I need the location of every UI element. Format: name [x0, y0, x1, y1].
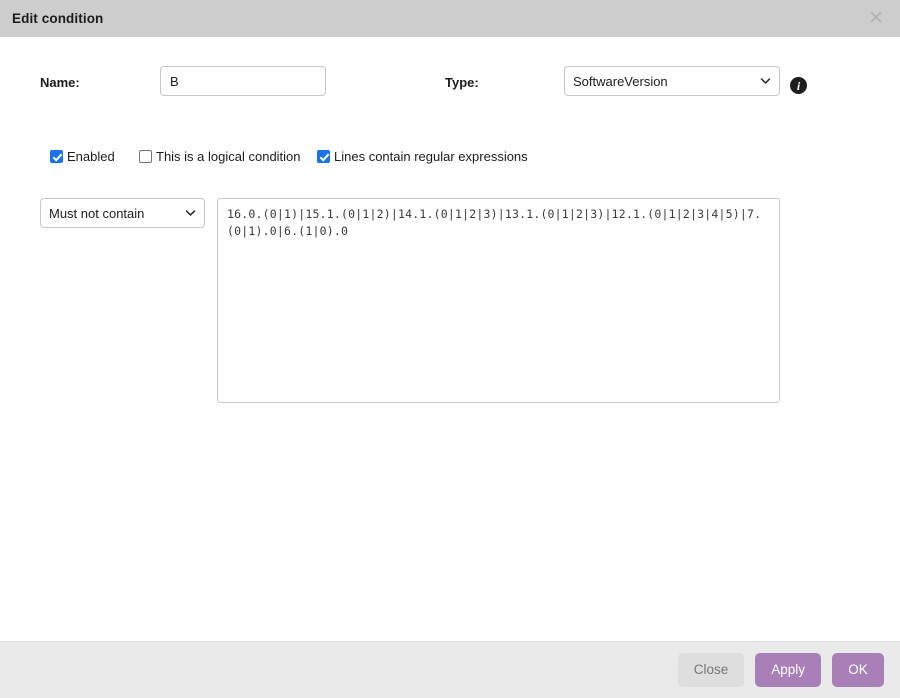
checkbox-regular-expressions-box[interactable]	[317, 150, 330, 163]
operator-select-wrapper: Must not contain	[40, 198, 205, 228]
name-input[interactable]	[160, 66, 326, 96]
options-row: Enabled This is a logical condition Line…	[0, 149, 900, 169]
checkbox-logical-condition[interactable]: This is a logical condition	[139, 149, 301, 164]
checkbox-enabled-label: Enabled	[67, 149, 115, 164]
checkbox-logical-condition-label: This is a logical condition	[156, 149, 301, 164]
checkbox-regular-expressions-label: Lines contain regular expressions	[334, 149, 528, 164]
type-select-wrapper: SoftwareVersion	[564, 66, 780, 96]
close-icon[interactable]: ✕	[866, 9, 886, 28]
checkbox-logical-condition-box[interactable]	[139, 150, 152, 163]
type-select[interactable]: SoftwareVersion	[564, 66, 780, 96]
operator-select[interactable]: Must not contain	[40, 198, 205, 228]
type-label: Type:	[445, 75, 479, 90]
checkbox-enabled[interactable]: Enabled	[50, 149, 115, 164]
dialog-title: Edit condition	[12, 11, 104, 26]
dialog-body: Name: Type: SoftwareVersion i Enabled Th…	[0, 37, 900, 641]
ok-button[interactable]: OK	[832, 653, 884, 687]
name-label: Name:	[40, 75, 80, 90]
dialog-titlebar: Edit condition ✕	[0, 0, 900, 37]
condition-value-textarea[interactable]	[217, 198, 780, 403]
info-icon[interactable]: i	[790, 77, 807, 94]
fields-row: Name: Type: SoftwareVersion i	[0, 66, 900, 100]
apply-button[interactable]: Apply	[755, 653, 821, 687]
checkbox-enabled-box[interactable]	[50, 150, 63, 163]
dialog-footer: Close Apply OK	[0, 641, 900, 698]
checkbox-regular-expressions[interactable]: Lines contain regular expressions	[317, 149, 528, 164]
close-button[interactable]: Close	[677, 653, 745, 687]
